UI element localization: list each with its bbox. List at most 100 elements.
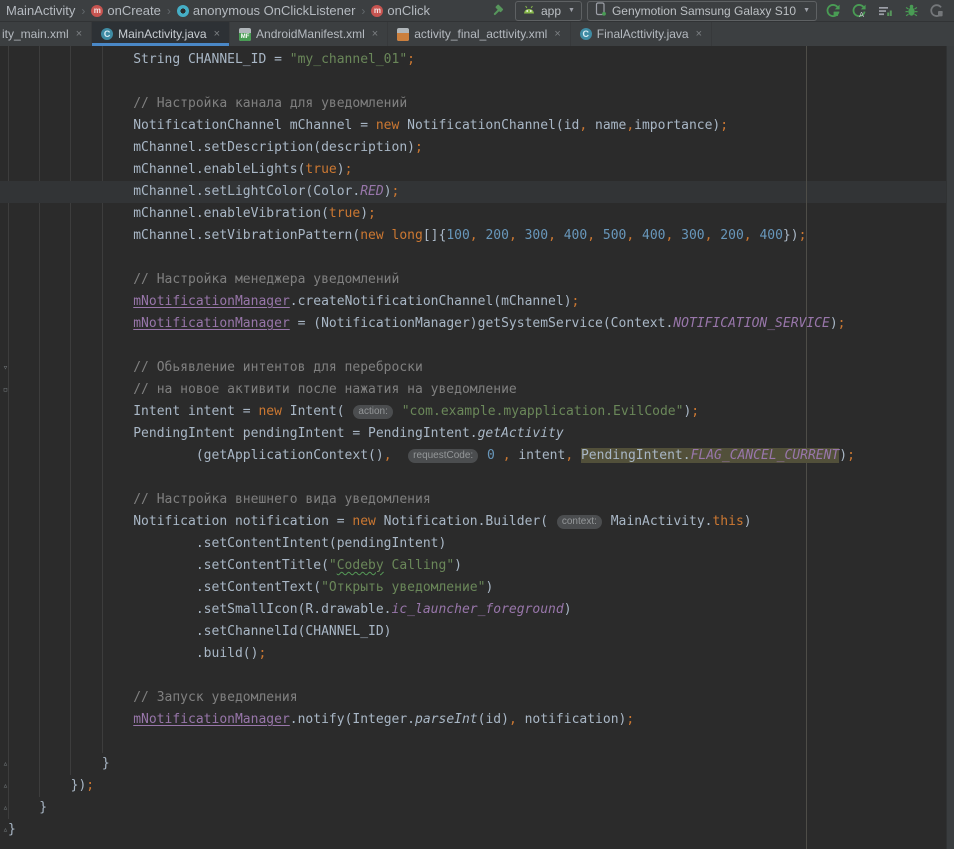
code-token: .setContentTitle( [8, 558, 329, 573]
code-line[interactable]: Notification notification = new Notifica… [0, 511, 954, 533]
code-token: , [626, 118, 634, 133]
code-line[interactable]: // на новое активити после нажатия на ув… [0, 379, 954, 401]
fold-marker-icon[interactable]: ▵ [0, 819, 11, 841]
code-line[interactable]: mNotificationManager.createNotificationC… [0, 291, 954, 313]
code-line[interactable]: mChannel.enableVibration(true); [0, 203, 954, 225]
code-token: , [744, 228, 760, 243]
code-line[interactable]: PendingIntent pendingIntent = PendingInt… [0, 423, 954, 445]
fold-marker-icon[interactable]: ▵ [0, 753, 11, 775]
code-line[interactable] [0, 467, 954, 489]
breadcrumb-item-anonymous-onclicklistener[interactable]: anonymous OnClickListener [175, 3, 358, 18]
code-token: RED [360, 184, 383, 199]
code-line[interactable]: .setChannelId(CHANNEL_ID) [0, 621, 954, 643]
code-token: mNotificationManager [133, 316, 290, 331]
code-line[interactable]: .setContentIntent(pendingIntent) [0, 533, 954, 555]
java-class-icon: C [101, 28, 113, 40]
breadcrumb-item-onclick[interactable]: monClick [369, 3, 432, 18]
debug-button[interactable] [900, 1, 922, 21]
code-token: this [712, 514, 743, 529]
code-line[interactable]: // Настройка канала для уведомлений [0, 93, 954, 115]
breadcrumb-item-oncreate[interactable]: monCreate [89, 3, 162, 18]
close-icon[interactable]: × [372, 28, 378, 40]
code-token: ; [799, 228, 807, 243]
close-icon[interactable]: × [554, 28, 560, 40]
code-line[interactable]: .setContentTitle("Codeby Calling") [0, 555, 954, 577]
fold-marker-icon[interactable]: ▿ [0, 357, 11, 379]
fold-marker-icon[interactable]: ▵ [0, 797, 11, 819]
apply-code-changes-button[interactable]: A [848, 1, 870, 21]
code-line[interactable]: String CHANNEL_ID = "my_channel_01"; [0, 49, 954, 71]
code-line[interactable]: Intent intent = new Intent( action: "com… [0, 401, 954, 423]
code-line[interactable]: (getApplicationContext(), requestCode: 0… [0, 445, 954, 467]
fold-marker-icon[interactable]: ▵ [0, 775, 11, 797]
parameter-hint: requestCode: [408, 449, 478, 463]
code-line[interactable]: NotificationChannel mChannel = new Notif… [0, 115, 954, 137]
code-line[interactable]: // Настройка менеджера уведомлений [0, 269, 954, 291]
close-icon[interactable]: × [696, 28, 702, 40]
code-token: importance) [634, 118, 720, 133]
close-icon[interactable]: × [214, 28, 220, 40]
breadcrumb-item-mainactivity[interactable]: MainActivity [4, 3, 77, 18]
code-token: , [384, 448, 392, 463]
code-line[interactable]: mChannel.setLightColor(Color.RED); [0, 181, 954, 203]
tab-ity-main-xml[interactable]: ity_main.xml× [0, 22, 92, 46]
code-token: } [8, 756, 110, 771]
code-token: Codeby [337, 558, 384, 573]
code-token [394, 404, 402, 419]
code-line[interactable]: // Настройка внешнего вида уведомления [0, 489, 954, 511]
code-line[interactable]: mChannel.setVibrationPattern(new long[]{… [0, 225, 954, 247]
code-token: mChannel.enableVibration( [8, 206, 329, 221]
code-line[interactable]: // Обьявление интентов для переброски [0, 357, 954, 379]
run-configuration-select[interactable]: app ▼ [515, 1, 582, 21]
code-token: , [565, 448, 573, 463]
code-line[interactable]: .setContentText("Открыть уведомление") [0, 577, 954, 599]
code-token: 400 [759, 228, 782, 243]
fold-marker-icon[interactable]: ▫ [0, 379, 11, 401]
code-token: true [305, 162, 336, 177]
code-editor[interactable]: String CHANNEL_ID = "my_channel_01"; // … [0, 46, 954, 849]
code-token: , [470, 228, 486, 243]
code-line[interactable]: // Запуск уведомления [0, 687, 954, 709]
code-token: ) [384, 184, 392, 199]
code-token: // Обьявление интентов для переброски [8, 360, 423, 375]
tab-finalacttivity-java[interactable]: CFinalActtivity.java× [571, 22, 712, 46]
code-line[interactable]: } [0, 819, 954, 841]
code-line[interactable]: mChannel.setDescription(description); [0, 137, 954, 159]
tab-mainactivity-java[interactable]: CMainActivity.java× [92, 22, 230, 46]
tab-androidmanifest-xml[interactable]: MFAndroidManifest.xml× [230, 22, 388, 46]
code-line[interactable]: mNotificationManager.notify(Integer.pars… [0, 709, 954, 731]
code-line[interactable]: } [0, 753, 954, 775]
code-line[interactable] [0, 335, 954, 357]
code-line[interactable] [0, 71, 954, 93]
attach-debugger-button[interactable] [926, 1, 948, 21]
breadcrumb-label: onCreate [107, 3, 160, 18]
code-line[interactable]: .build(); [0, 643, 954, 665]
breadcrumb-separator: › [80, 4, 86, 18]
build-hammer-button[interactable] [488, 1, 510, 21]
close-icon[interactable]: × [76, 28, 82, 40]
code-line[interactable]: mChannel.enableLights(true); [0, 159, 954, 181]
code-token: MainActivity. [603, 514, 713, 529]
apply-changes-restart-button[interactable] [822, 1, 844, 21]
device-select[interactable]: Genymotion Samsung Galaxy S10 ▼ [587, 1, 817, 21]
code-token: mChannel.enableLights( [8, 162, 305, 177]
code-token: = (NotificationManager)getSystemService(… [290, 316, 674, 331]
tab-activity-final-acttivity-xml[interactable]: activity_final_acttivity.xml× [388, 22, 571, 46]
code-token: , [548, 228, 564, 243]
code-line[interactable] [0, 731, 954, 753]
code-line[interactable]: mNotificationManager = (NotificationMana… [0, 313, 954, 335]
parameter-hint: action: [353, 405, 392, 419]
code-token: String CHANNEL_ID = [8, 52, 290, 67]
code-line[interactable] [0, 665, 954, 687]
editor-scrollbar[interactable] [946, 46, 954, 849]
code-line[interactable]: } [0, 797, 954, 819]
code-token: (getApplicationContext() [8, 448, 384, 463]
code-line[interactable]: .setSmallIcon(R.drawable.ic_launcher_for… [0, 599, 954, 621]
code-token: NotificationChannel(id [399, 118, 579, 133]
code-line[interactable] [0, 247, 954, 269]
profiler-button[interactable] [874, 1, 896, 21]
code-token: ) [454, 558, 462, 573]
code-line[interactable]: }); [0, 775, 954, 797]
code-token: ; [345, 162, 353, 177]
code-token: ) [564, 602, 572, 617]
